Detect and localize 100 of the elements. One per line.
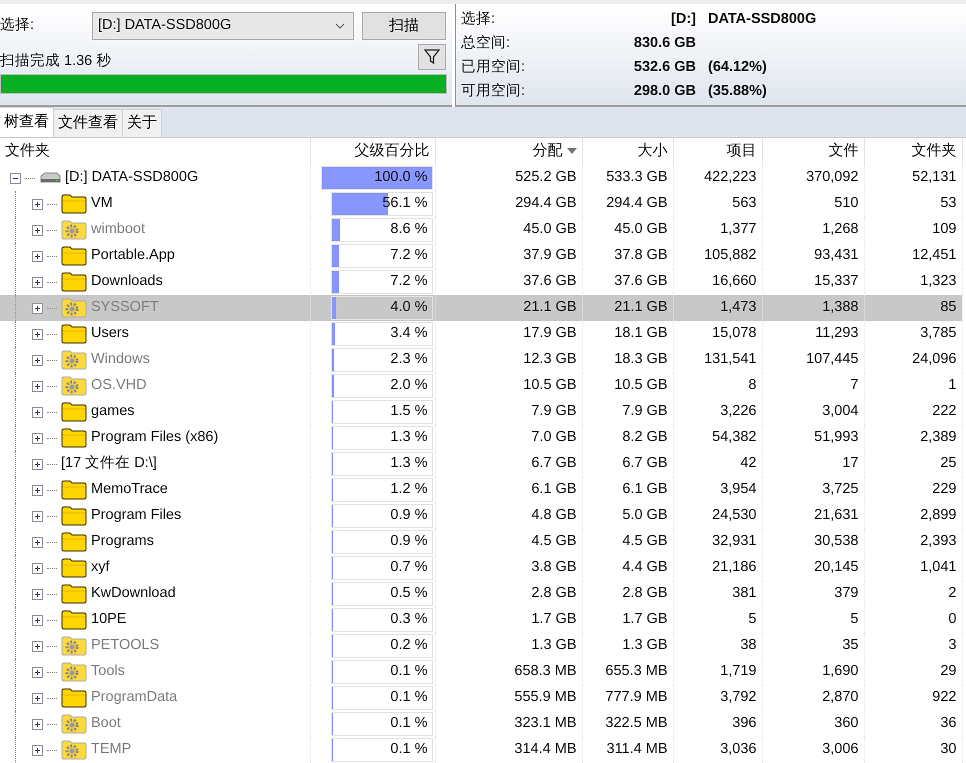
column-header[interactable]: 文件 xyxy=(762,138,864,165)
percent-text: 1.3 % xyxy=(390,428,428,448)
tab[interactable]: 文件查看 xyxy=(53,109,123,137)
table-cell: 323.1 MB xyxy=(435,711,582,737)
column-header[interactable]: 文件夹 xyxy=(0,138,310,165)
expand-toggle[interactable] xyxy=(32,276,43,288)
percent-text: 0.1 % xyxy=(390,714,428,734)
tab[interactable]: 关于 xyxy=(122,109,162,137)
table-cell: 4.4 GB xyxy=(582,555,673,581)
table-cell: 53 xyxy=(864,191,962,217)
table-cell: 314.4 MB xyxy=(435,737,582,763)
expand-toggle[interactable] xyxy=(32,484,43,496)
expand-toggle[interactable] xyxy=(32,406,43,418)
table-cell: 37.9 GB xyxy=(435,243,582,269)
tree-row[interactable]: Program Files (x86) 1.3 % 7.0 GB 8.2 GB 54,382 51,993 2,389 xyxy=(0,425,962,451)
table-cell: 555.9 MB xyxy=(435,685,582,711)
percent-text: 0.1 % xyxy=(390,662,428,682)
table-cell: 311.4 MB xyxy=(582,737,673,763)
tree-row[interactable]: ProgramData 0.1 % 555.9 MB 777.9 MB 3,792 2,870 922 xyxy=(0,685,962,711)
item-name: wimboot xyxy=(91,220,145,240)
column-header[interactable]: 文件夹 xyxy=(864,138,962,165)
tree-row[interactable]: Portable.App 7.2 % 37.9 GB 37.8 GB 105,882 93,431 12,451 xyxy=(0,243,962,269)
table-cell: 11,293 xyxy=(762,321,864,347)
item-name: Windows xyxy=(91,350,150,370)
item-name: OS.VHD xyxy=(91,376,147,396)
tree-row[interactable]: Programs 0.9 % 4.5 GB 4.5 GB 32,931 30,538 2,393 xyxy=(0,529,962,555)
column-header[interactable]: 分配 xyxy=(435,138,582,165)
tree-row[interactable]: Boot 0.1 % 323.1 MB 322.5 MB 396 360 36 xyxy=(0,711,962,737)
table-cell: 1,690 xyxy=(762,659,864,685)
percent-text: 56.1 % xyxy=(382,194,428,214)
tree-row[interactable]: wimboot 8.6 % 45.0 GB 45.0 GB 1,377 1,268 109 xyxy=(0,217,962,243)
expand-toggle[interactable] xyxy=(32,692,43,704)
table-cell: 1,041 xyxy=(864,555,962,581)
tree-row[interactable]: [D:] DATA-SSD800G 100.0 % 525.2 GB 533.3 GB 422,223 370,092 52,131 xyxy=(0,165,962,191)
item-name: VM xyxy=(91,194,113,214)
table-cell: 6.7 GB xyxy=(435,451,582,477)
tree-row[interactable]: 10PE 0.3 % 1.7 GB 1.7 GB 5 5 0 xyxy=(0,607,962,633)
expand-toggle[interactable] xyxy=(32,562,43,574)
tree-row[interactable]: games 1.5 % 7.9 GB 7.9 GB 3,226 3,004 222 xyxy=(0,399,962,425)
table-cell: 3 xyxy=(864,633,962,659)
percent-text: 2.3 % xyxy=(390,350,428,370)
tab[interactable]: 树查看 xyxy=(0,107,54,137)
table-cell: 3,006 xyxy=(762,737,864,763)
table-cell: 6.7 GB xyxy=(582,451,673,477)
scan-button[interactable]: 扫描 xyxy=(362,12,446,40)
tree-row[interactable]: Program Files 0.9 % 4.8 GB 5.0 GB 24,530 21,631 2,899 xyxy=(0,503,962,529)
table-cell: 45.0 GB xyxy=(435,217,582,243)
folder-icon xyxy=(61,688,87,708)
tree-row[interactable]: OS.VHD 2.0 % 10.5 GB 10.5 GB 8 7 1 xyxy=(0,373,962,399)
item-name: TEMP xyxy=(91,740,132,760)
expand-toggle[interactable] xyxy=(32,198,43,210)
column-header[interactable]: 项目 xyxy=(673,138,762,165)
table-cell: 229 xyxy=(864,477,962,503)
tree-row[interactable]: TEMP 0.1 % 314.4 MB 311.4 MB 3,036 3,006 30 xyxy=(0,737,962,763)
table-cell: 8.2 GB xyxy=(582,425,673,451)
table-cell: 1.3 GB xyxy=(582,633,673,659)
folder-icon xyxy=(61,532,87,552)
column-header[interactable]: 父级百分比 xyxy=(310,138,435,165)
expand-toggle[interactable] xyxy=(32,432,43,444)
drive-select[interactable]: [D:] DATA-SSD800G xyxy=(92,12,354,40)
expand-toggle[interactable] xyxy=(10,172,21,184)
expand-toggle[interactable] xyxy=(32,328,43,340)
expand-toggle[interactable] xyxy=(32,510,43,522)
folder-icon xyxy=(61,506,87,526)
expand-toggle[interactable] xyxy=(32,250,43,262)
tree-row[interactable]: KwDownload 0.5 % 2.8 GB 2.8 GB 381 379 2 xyxy=(0,581,962,607)
tree-row[interactable]: xyf 0.7 % 3.8 GB 4.4 GB 21,186 20,145 1,041 xyxy=(0,555,962,581)
expand-toggle[interactable] xyxy=(32,302,43,314)
table-cell: 655.3 MB xyxy=(582,659,673,685)
expand-toggle[interactable] xyxy=(32,666,43,678)
tree-row[interactable]: Windows 2.3 % 12.3 GB 18.3 GB 131,541 107,445 24,096 xyxy=(0,347,962,373)
table-cell: 1.3 GB xyxy=(435,633,582,659)
expand-toggle[interactable] xyxy=(32,588,43,600)
expand-toggle[interactable] xyxy=(32,224,43,236)
settings-folder-icon xyxy=(61,220,87,240)
tree-row[interactable]: MemoTrace 1.2 % 6.1 GB 6.1 GB 3,954 3,725 229 xyxy=(0,477,962,503)
settings-folder-icon xyxy=(61,662,87,682)
filter-button[interactable] xyxy=(418,44,446,70)
tree-row[interactable]: Tools 0.1 % 658.3 MB 655.3 MB 1,719 1,690 29 xyxy=(0,659,962,685)
column-header[interactable]: 大小 xyxy=(582,138,673,165)
item-name: games xyxy=(91,402,135,422)
tree-row[interactable]: [17 文件在 D:\] 1.3 % 6.7 GB 6.7 GB 42 17 25 xyxy=(0,451,962,477)
expand-toggle[interactable] xyxy=(32,380,43,392)
table-cell: 8 xyxy=(673,373,762,399)
tree-row[interactable]: SYSSOFT 4.0 % 21.1 GB 21.1 GB 1,473 1,388 85 xyxy=(0,295,962,321)
expand-toggle[interactable] xyxy=(32,640,43,652)
table-cell: 1.7 GB xyxy=(582,607,673,633)
folder-icon xyxy=(61,610,87,630)
expand-toggle[interactable] xyxy=(32,536,43,548)
expand-toggle[interactable] xyxy=(32,718,43,730)
expand-toggle[interactable] xyxy=(32,354,43,366)
expand-toggle[interactable] xyxy=(32,744,43,756)
table-cell: 3.8 GB xyxy=(435,555,582,581)
table-cell: 7 xyxy=(762,373,864,399)
expand-toggle[interactable] xyxy=(32,614,43,626)
tree-row[interactable]: PETOOLS 0.2 % 1.3 GB 1.3 GB 38 35 3 xyxy=(0,633,962,659)
table-cell: 1,268 xyxy=(762,217,864,243)
expand-toggle[interactable] xyxy=(32,458,43,470)
tree-row[interactable]: Users 3.4 % 17.9 GB 18.1 GB 15,078 11,293 3,785 xyxy=(0,321,962,347)
tree-row[interactable]: VM 56.1 % 294.4 GB 294.4 GB 563 510 53 xyxy=(0,191,962,217)
